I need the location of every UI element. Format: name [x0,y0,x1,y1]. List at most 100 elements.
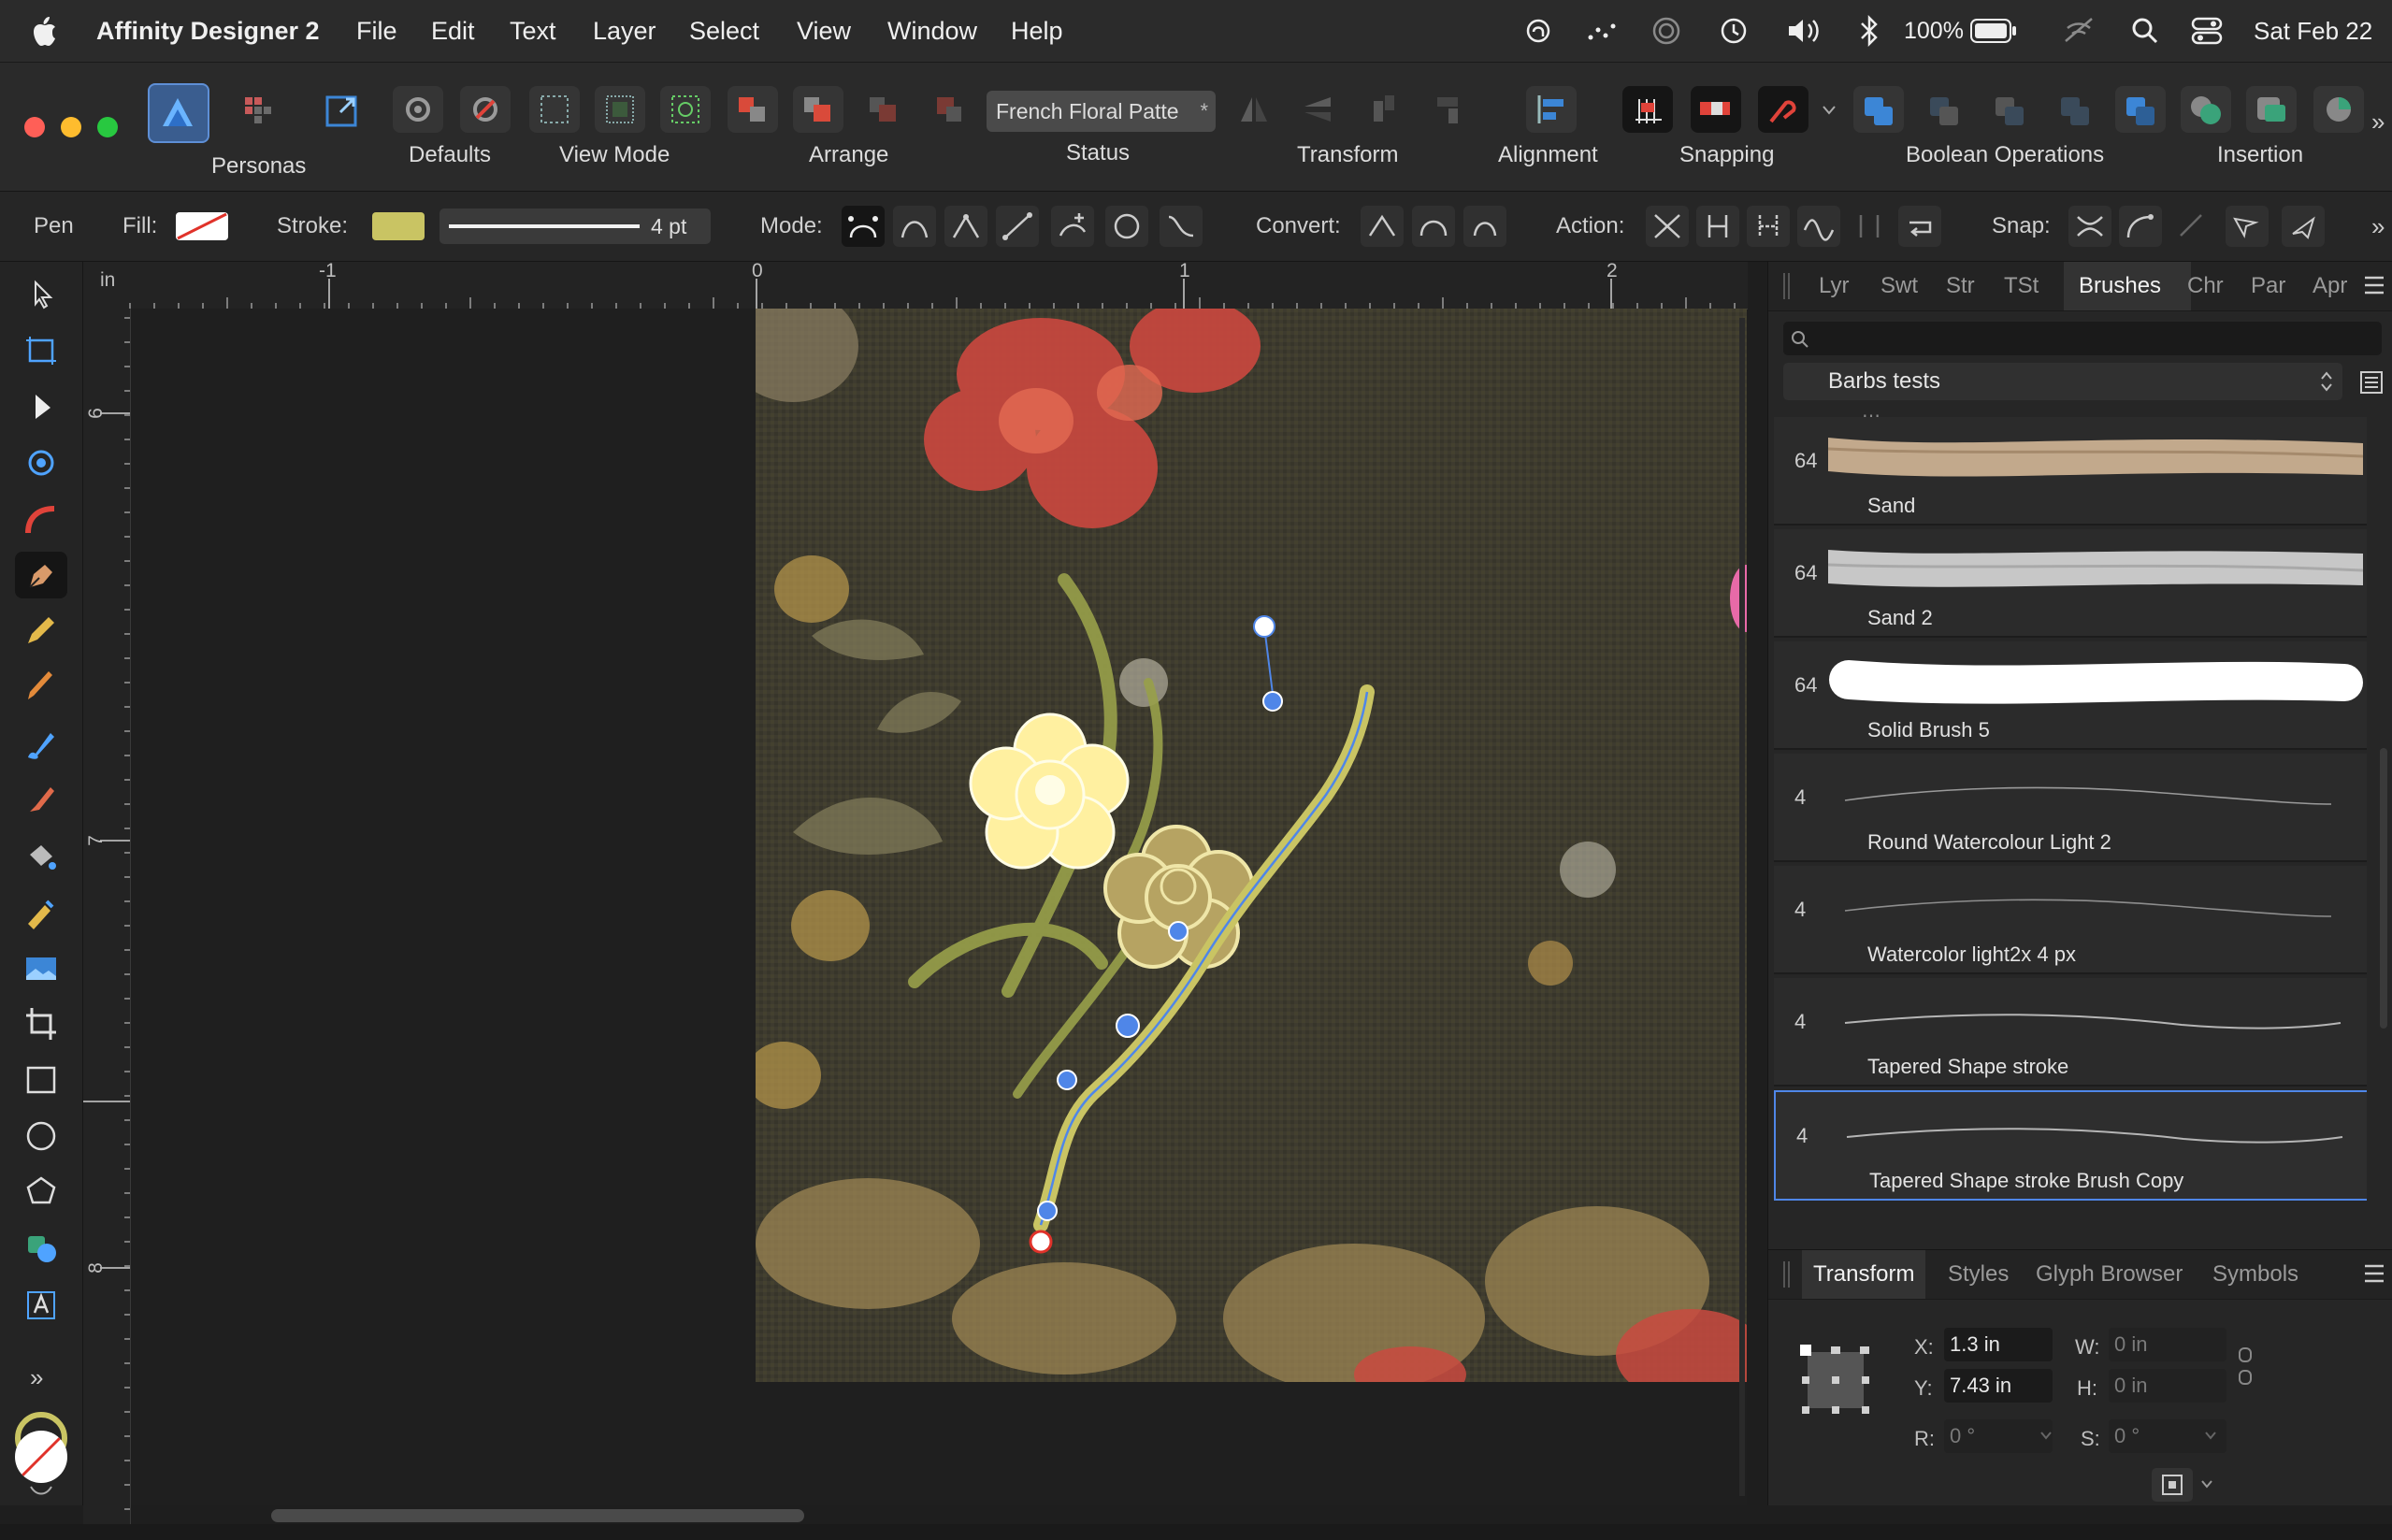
boolean-add-button[interactable] [1853,86,1904,133]
action-join-button[interactable] [1848,206,1891,247]
rotate-right-button[interactable] [1424,86,1475,133]
mode-smooth-button[interactable] [1160,206,1203,247]
transform-origin-button[interactable] [2152,1468,2193,1502]
artboard-image[interactable] [756,309,1747,1382]
document-status-field[interactable]: French Floral Patte * [987,91,1216,132]
pen-tool[interactable] [15,552,67,598]
mode-line-button[interactable] [996,206,1039,247]
flip-vertical-button[interactable] [1293,86,1344,133]
brush-item-tapered-shape-copy[interactable]: 4 Tapered Shape stroke Brush Copy [1774,1090,2367,1201]
point-transform-tool[interactable] [15,439,67,486]
action-close-button[interactable] [1696,206,1739,247]
x-position-field[interactable]: 1.3 in [1944,1328,2053,1361]
mode-close-curve-button[interactable] [1105,206,1148,247]
pixel-persona-button[interactable] [232,86,282,133]
defaults-sync-button[interactable] [393,86,443,133]
y-position-field[interactable]: 7.43 in [1944,1369,2053,1403]
shape-tool[interactable] [15,1169,67,1216]
brush-list[interactable]: ⋯ 64 Sand 64 Sand 2 64 Solid Brush 5 4 R… [1768,410,2367,1391]
brush-item-sand-2[interactable]: 64 Sand 2 [1774,529,2367,638]
view-retina-button[interactable] [595,86,645,133]
menu-window[interactable]: Window [887,0,977,62]
search-icon[interactable] [2130,16,2160,46]
view-outline-button[interactable] [660,86,711,133]
transparency-tool[interactable] [15,888,67,935]
stroke-width-slider[interactable]: 4 pt [439,209,711,244]
place-image-tool[interactable] [15,944,67,991]
stroke-swatch[interactable] [372,212,425,240]
panel-menu-icon[interactable] [2363,275,2385,295]
vertical-ruler[interactable]: 6 7 8 [83,309,131,1524]
view-pixel-button[interactable] [529,86,580,133]
snap-select-button[interactable] [2226,206,2269,247]
horizontal-scrollbar[interactable] [271,1509,804,1522]
snap-angle-button[interactable] [2169,206,2212,247]
ellipse-tool[interactable] [15,1113,67,1159]
fingerprint-icon[interactable] [1524,17,1552,45]
minimize-window-button[interactable] [61,117,81,137]
move-forward-button[interactable] [793,86,843,133]
anchor-point-selector[interactable] [1798,1343,1873,1418]
snap-handles-button[interactable] [2068,206,2111,247]
tab-symbols[interactable]: Symbols [2212,1250,2298,1299]
tab-brushes[interactable]: Brushes [2064,262,2191,310]
insert-behind-button[interactable] [2181,86,2231,133]
crop-tool[interactable] [15,1000,67,1047]
lock-aspect-icon[interactable] [2236,1345,2255,1388]
fill-color-well[interactable] [15,1431,67,1483]
wifi-off-icon[interactable] [2062,15,2096,47]
snap-transform-button[interactable] [2282,206,2325,247]
snapping-toggle-button[interactable] [1691,86,1741,133]
horizontal-ruler[interactable]: in -1 0 1 2 [83,260,1748,309]
brush-item-watercolor-light[interactable]: 4 Watercolor light2x 4 px [1774,866,2367,974]
canvas-area[interactable] [131,309,1747,1505]
bluetooth-icon[interactable] [1859,15,1880,47]
menu-view[interactable]: View [797,0,851,62]
menu-select[interactable]: Select [689,0,759,62]
corner-tool[interactable] [15,496,67,542]
brush-item-round-watercolour[interactable]: 4 Round Watercolour Light 2 [1774,754,2367,862]
height-field[interactable]: 0 in [2109,1369,2226,1403]
tab-appearance[interactable]: Apr [2313,262,2347,310]
convert-sharp-button[interactable] [1361,206,1404,247]
insert-inside-button[interactable] [2246,86,2297,133]
move-to-front-button[interactable] [728,86,778,133]
snapping-force-button[interactable] [1758,86,1808,133]
panel-menu-icon[interactable] [2363,1263,2385,1284]
tab-layers[interactable]: Lyr [1819,262,1849,310]
tab-swatches[interactable]: Swt [1880,262,1918,310]
zoom-window-button[interactable] [97,117,118,137]
action-smooth-button[interactable] [1747,206,1790,247]
transform-origin-chevron-icon[interactable] [2200,1479,2213,1489]
swap-colors-icon[interactable] [28,1483,54,1498]
boolean-subtract-button[interactable] [1919,86,1969,133]
tab-character[interactable]: Chr [2187,262,2224,310]
battery-icon[interactable] [1970,19,2017,43]
artboard-tool[interactable] [15,327,67,374]
fill-swatch[interactable] [176,212,228,240]
menu-help[interactable]: Help [1011,0,1063,62]
pencil-tool[interactable] [15,608,67,655]
rotation-field[interactable]: 0 ° [1944,1419,2053,1453]
boolean-divide-button[interactable] [2115,86,2166,133]
volume-icon[interactable] [1786,16,1823,46]
mode-pen-button[interactable] [842,206,885,247]
menu-file[interactable]: File [356,0,397,62]
tab-paragraph[interactable]: Par [2251,262,2285,310]
time-machine-icon[interactable] [1719,16,1749,46]
alignment-button[interactable] [1526,86,1577,133]
menu-edit[interactable]: Edit [431,0,475,62]
action-reverse-button[interactable] [1797,206,1840,247]
apple-icon[interactable] [34,15,60,47]
close-window-button[interactable] [24,117,45,137]
brush-item-sand[interactable]: 64 Sand [1774,417,2367,525]
boolean-intersect-button[interactable] [1984,86,2035,133]
dots-icon[interactable] [1585,19,1619,43]
tools-expand-icon[interactable]: » [30,1363,43,1392]
brush-category-select[interactable]: Barbs tests [1783,363,2342,400]
pixel-brush-tool[interactable] [15,776,67,823]
snapping-dropdown-chevron-icon[interactable] [1822,105,1837,116]
rotation-dropdown-chevron-icon[interactable] [2039,1431,2053,1440]
app-name-menu[interactable]: Affinity Designer 2 [96,0,320,62]
mode-smart-button[interactable] [893,206,936,247]
